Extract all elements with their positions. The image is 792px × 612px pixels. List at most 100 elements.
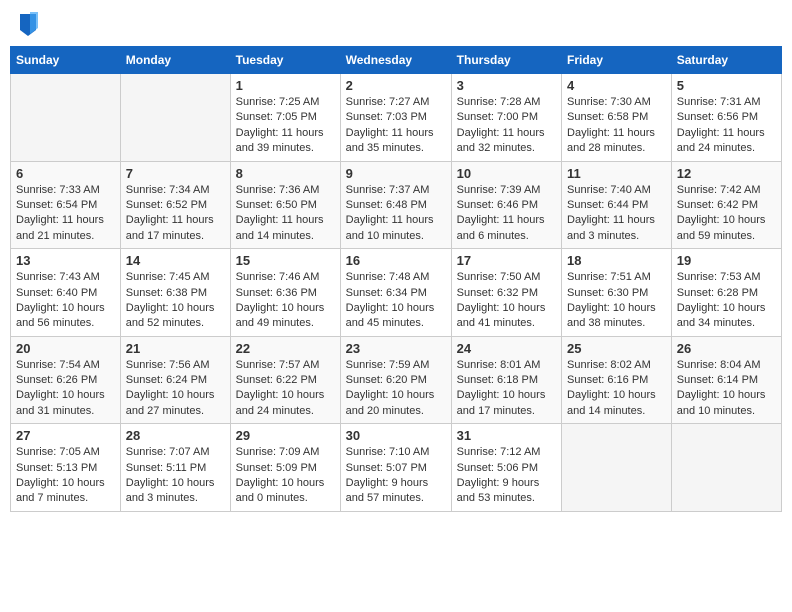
day-info: Sunrise: 7:51 AM Sunset: 6:30 PM Dayligh… bbox=[567, 270, 666, 332]
daylight: Daylight: 10 hours and 0 minutes. bbox=[236, 477, 325, 504]
day-number: 2 bbox=[346, 78, 446, 93]
daylight: Daylight: 10 hours and 10 minutes. bbox=[677, 389, 766, 416]
day-number: 11 bbox=[567, 166, 666, 181]
logo bbox=[14, 10, 40, 38]
sunset: Sunset: 6:54 PM bbox=[16, 199, 97, 211]
sunrise: Sunrise: 8:04 AM bbox=[677, 359, 761, 371]
calendar-cell: 29 Sunrise: 7:09 AM Sunset: 5:09 PM Dayl… bbox=[230, 424, 340, 512]
day-info: Sunrise: 7:42 AM Sunset: 6:42 PM Dayligh… bbox=[677, 183, 776, 245]
sunset: Sunset: 7:00 PM bbox=[457, 111, 538, 123]
calendar-cell: 15 Sunrise: 7:46 AM Sunset: 6:36 PM Dayl… bbox=[230, 249, 340, 337]
sunset: Sunset: 6:58 PM bbox=[567, 111, 648, 123]
daylight: Daylight: 10 hours and 52 minutes. bbox=[126, 302, 215, 329]
calendar-cell: 18 Sunrise: 7:51 AM Sunset: 6:30 PM Dayl… bbox=[562, 249, 672, 337]
page-header bbox=[10, 10, 782, 38]
sunrise: Sunrise: 7:53 AM bbox=[677, 271, 761, 283]
sunrise: Sunrise: 7:34 AM bbox=[126, 184, 210, 196]
sunset: Sunset: 6:42 PM bbox=[677, 199, 758, 211]
sunset: Sunset: 6:52 PM bbox=[126, 199, 207, 211]
day-number: 27 bbox=[16, 428, 115, 443]
daylight: Daylight: 9 hours and 57 minutes. bbox=[346, 477, 429, 504]
sunrise: Sunrise: 7:05 AM bbox=[16, 446, 100, 458]
calendar-cell: 28 Sunrise: 7:07 AM Sunset: 5:11 PM Dayl… bbox=[120, 424, 230, 512]
sunset: Sunset: 6:50 PM bbox=[236, 199, 317, 211]
day-number: 26 bbox=[677, 341, 776, 356]
sunset: Sunset: 5:07 PM bbox=[346, 462, 427, 474]
calendar-cell: 13 Sunrise: 7:43 AM Sunset: 6:40 PM Dayl… bbox=[11, 249, 121, 337]
sunset: Sunset: 6:20 PM bbox=[346, 374, 427, 386]
sunset: Sunset: 6:16 PM bbox=[567, 374, 648, 386]
day-number: 23 bbox=[346, 341, 446, 356]
day-number: 25 bbox=[567, 341, 666, 356]
sunset: Sunset: 6:36 PM bbox=[236, 287, 317, 299]
daylight: Daylight: 11 hours and 10 minutes. bbox=[346, 214, 434, 241]
sunrise: Sunrise: 7:45 AM bbox=[126, 271, 210, 283]
sunset: Sunset: 6:14 PM bbox=[677, 374, 758, 386]
day-number: 14 bbox=[126, 253, 225, 268]
daylight: Daylight: 11 hours and 3 minutes. bbox=[567, 214, 655, 241]
sunrise: Sunrise: 7:30 AM bbox=[567, 96, 651, 108]
calendar-cell: 6 Sunrise: 7:33 AM Sunset: 6:54 PM Dayli… bbox=[11, 161, 121, 249]
calendar-week-1: 1 Sunrise: 7:25 AM Sunset: 7:05 PM Dayli… bbox=[11, 74, 782, 162]
daylight: Daylight: 10 hours and 17 minutes. bbox=[457, 389, 546, 416]
day-info: Sunrise: 8:02 AM Sunset: 6:16 PM Dayligh… bbox=[567, 358, 666, 420]
daylight: Daylight: 10 hours and 31 minutes. bbox=[16, 389, 105, 416]
calendar-cell: 3 Sunrise: 7:28 AM Sunset: 7:00 PM Dayli… bbox=[451, 74, 561, 162]
sunset: Sunset: 6:40 PM bbox=[16, 287, 97, 299]
calendar-cell: 9 Sunrise: 7:37 AM Sunset: 6:48 PM Dayli… bbox=[340, 161, 451, 249]
day-info: Sunrise: 7:37 AM Sunset: 6:48 PM Dayligh… bbox=[346, 183, 446, 245]
weekday-header-monday: Monday bbox=[120, 47, 230, 74]
sunset: Sunset: 6:48 PM bbox=[346, 199, 427, 211]
weekday-header-wednesday: Wednesday bbox=[340, 47, 451, 74]
calendar-cell: 17 Sunrise: 7:50 AM Sunset: 6:32 PM Dayl… bbox=[451, 249, 561, 337]
day-number: 5 bbox=[677, 78, 776, 93]
sunrise: Sunrise: 7:43 AM bbox=[16, 271, 100, 283]
calendar-cell bbox=[120, 74, 230, 162]
sunset: Sunset: 6:46 PM bbox=[457, 199, 538, 211]
day-number: 10 bbox=[457, 166, 556, 181]
day-number: 21 bbox=[126, 341, 225, 356]
day-info: Sunrise: 8:01 AM Sunset: 6:18 PM Dayligh… bbox=[457, 358, 556, 420]
sunrise: Sunrise: 7:27 AM bbox=[346, 96, 430, 108]
sunrise: Sunrise: 7:31 AM bbox=[677, 96, 761, 108]
day-number: 13 bbox=[16, 253, 115, 268]
day-number: 12 bbox=[677, 166, 776, 181]
sunrise: Sunrise: 7:54 AM bbox=[16, 359, 100, 371]
day-number: 31 bbox=[457, 428, 556, 443]
day-number: 8 bbox=[236, 166, 335, 181]
sunset: Sunset: 6:34 PM bbox=[346, 287, 427, 299]
day-info: Sunrise: 7:25 AM Sunset: 7:05 PM Dayligh… bbox=[236, 95, 335, 157]
calendar-cell: 7 Sunrise: 7:34 AM Sunset: 6:52 PM Dayli… bbox=[120, 161, 230, 249]
calendar-cell: 22 Sunrise: 7:57 AM Sunset: 6:22 PM Dayl… bbox=[230, 336, 340, 424]
weekday-header-row: SundayMondayTuesdayWednesdayThursdayFrid… bbox=[11, 47, 782, 74]
sunset: Sunset: 6:38 PM bbox=[126, 287, 207, 299]
calendar-cell: 23 Sunrise: 7:59 AM Sunset: 6:20 PM Dayl… bbox=[340, 336, 451, 424]
daylight: Daylight: 11 hours and 17 minutes. bbox=[126, 214, 214, 241]
daylight: Daylight: 10 hours and 20 minutes. bbox=[346, 389, 435, 416]
day-info: Sunrise: 7:50 AM Sunset: 6:32 PM Dayligh… bbox=[457, 270, 556, 332]
calendar-cell: 26 Sunrise: 8:04 AM Sunset: 6:14 PM Dayl… bbox=[671, 336, 781, 424]
sunset: Sunset: 6:22 PM bbox=[236, 374, 317, 386]
sunrise: Sunrise: 7:10 AM bbox=[346, 446, 430, 458]
weekday-header-thursday: Thursday bbox=[451, 47, 561, 74]
weekday-header-saturday: Saturday bbox=[671, 47, 781, 74]
sunrise: Sunrise: 8:01 AM bbox=[457, 359, 541, 371]
sunset: Sunset: 6:24 PM bbox=[126, 374, 207, 386]
daylight: Daylight: 11 hours and 32 minutes. bbox=[457, 127, 545, 154]
sunrise: Sunrise: 7:37 AM bbox=[346, 184, 430, 196]
daylight: Daylight: 11 hours and 28 minutes. bbox=[567, 127, 655, 154]
daylight: Daylight: 9 hours and 53 minutes. bbox=[457, 477, 540, 504]
day-info: Sunrise: 7:27 AM Sunset: 7:03 PM Dayligh… bbox=[346, 95, 446, 157]
day-info: Sunrise: 7:59 AM Sunset: 6:20 PM Dayligh… bbox=[346, 358, 446, 420]
calendar-cell: 31 Sunrise: 7:12 AM Sunset: 5:06 PM Dayl… bbox=[451, 424, 561, 512]
daylight: Daylight: 10 hours and 34 minutes. bbox=[677, 302, 766, 329]
day-info: Sunrise: 7:54 AM Sunset: 6:26 PM Dayligh… bbox=[16, 358, 115, 420]
day-number: 18 bbox=[567, 253, 666, 268]
day-info: Sunrise: 7:57 AM Sunset: 6:22 PM Dayligh… bbox=[236, 358, 335, 420]
day-info: Sunrise: 7:31 AM Sunset: 6:56 PM Dayligh… bbox=[677, 95, 776, 157]
daylight: Daylight: 11 hours and 6 minutes. bbox=[457, 214, 545, 241]
sunrise: Sunrise: 7:51 AM bbox=[567, 271, 651, 283]
calendar-cell bbox=[562, 424, 672, 512]
day-info: Sunrise: 7:45 AM Sunset: 6:38 PM Dayligh… bbox=[126, 270, 225, 332]
sunrise: Sunrise: 7:48 AM bbox=[346, 271, 430, 283]
